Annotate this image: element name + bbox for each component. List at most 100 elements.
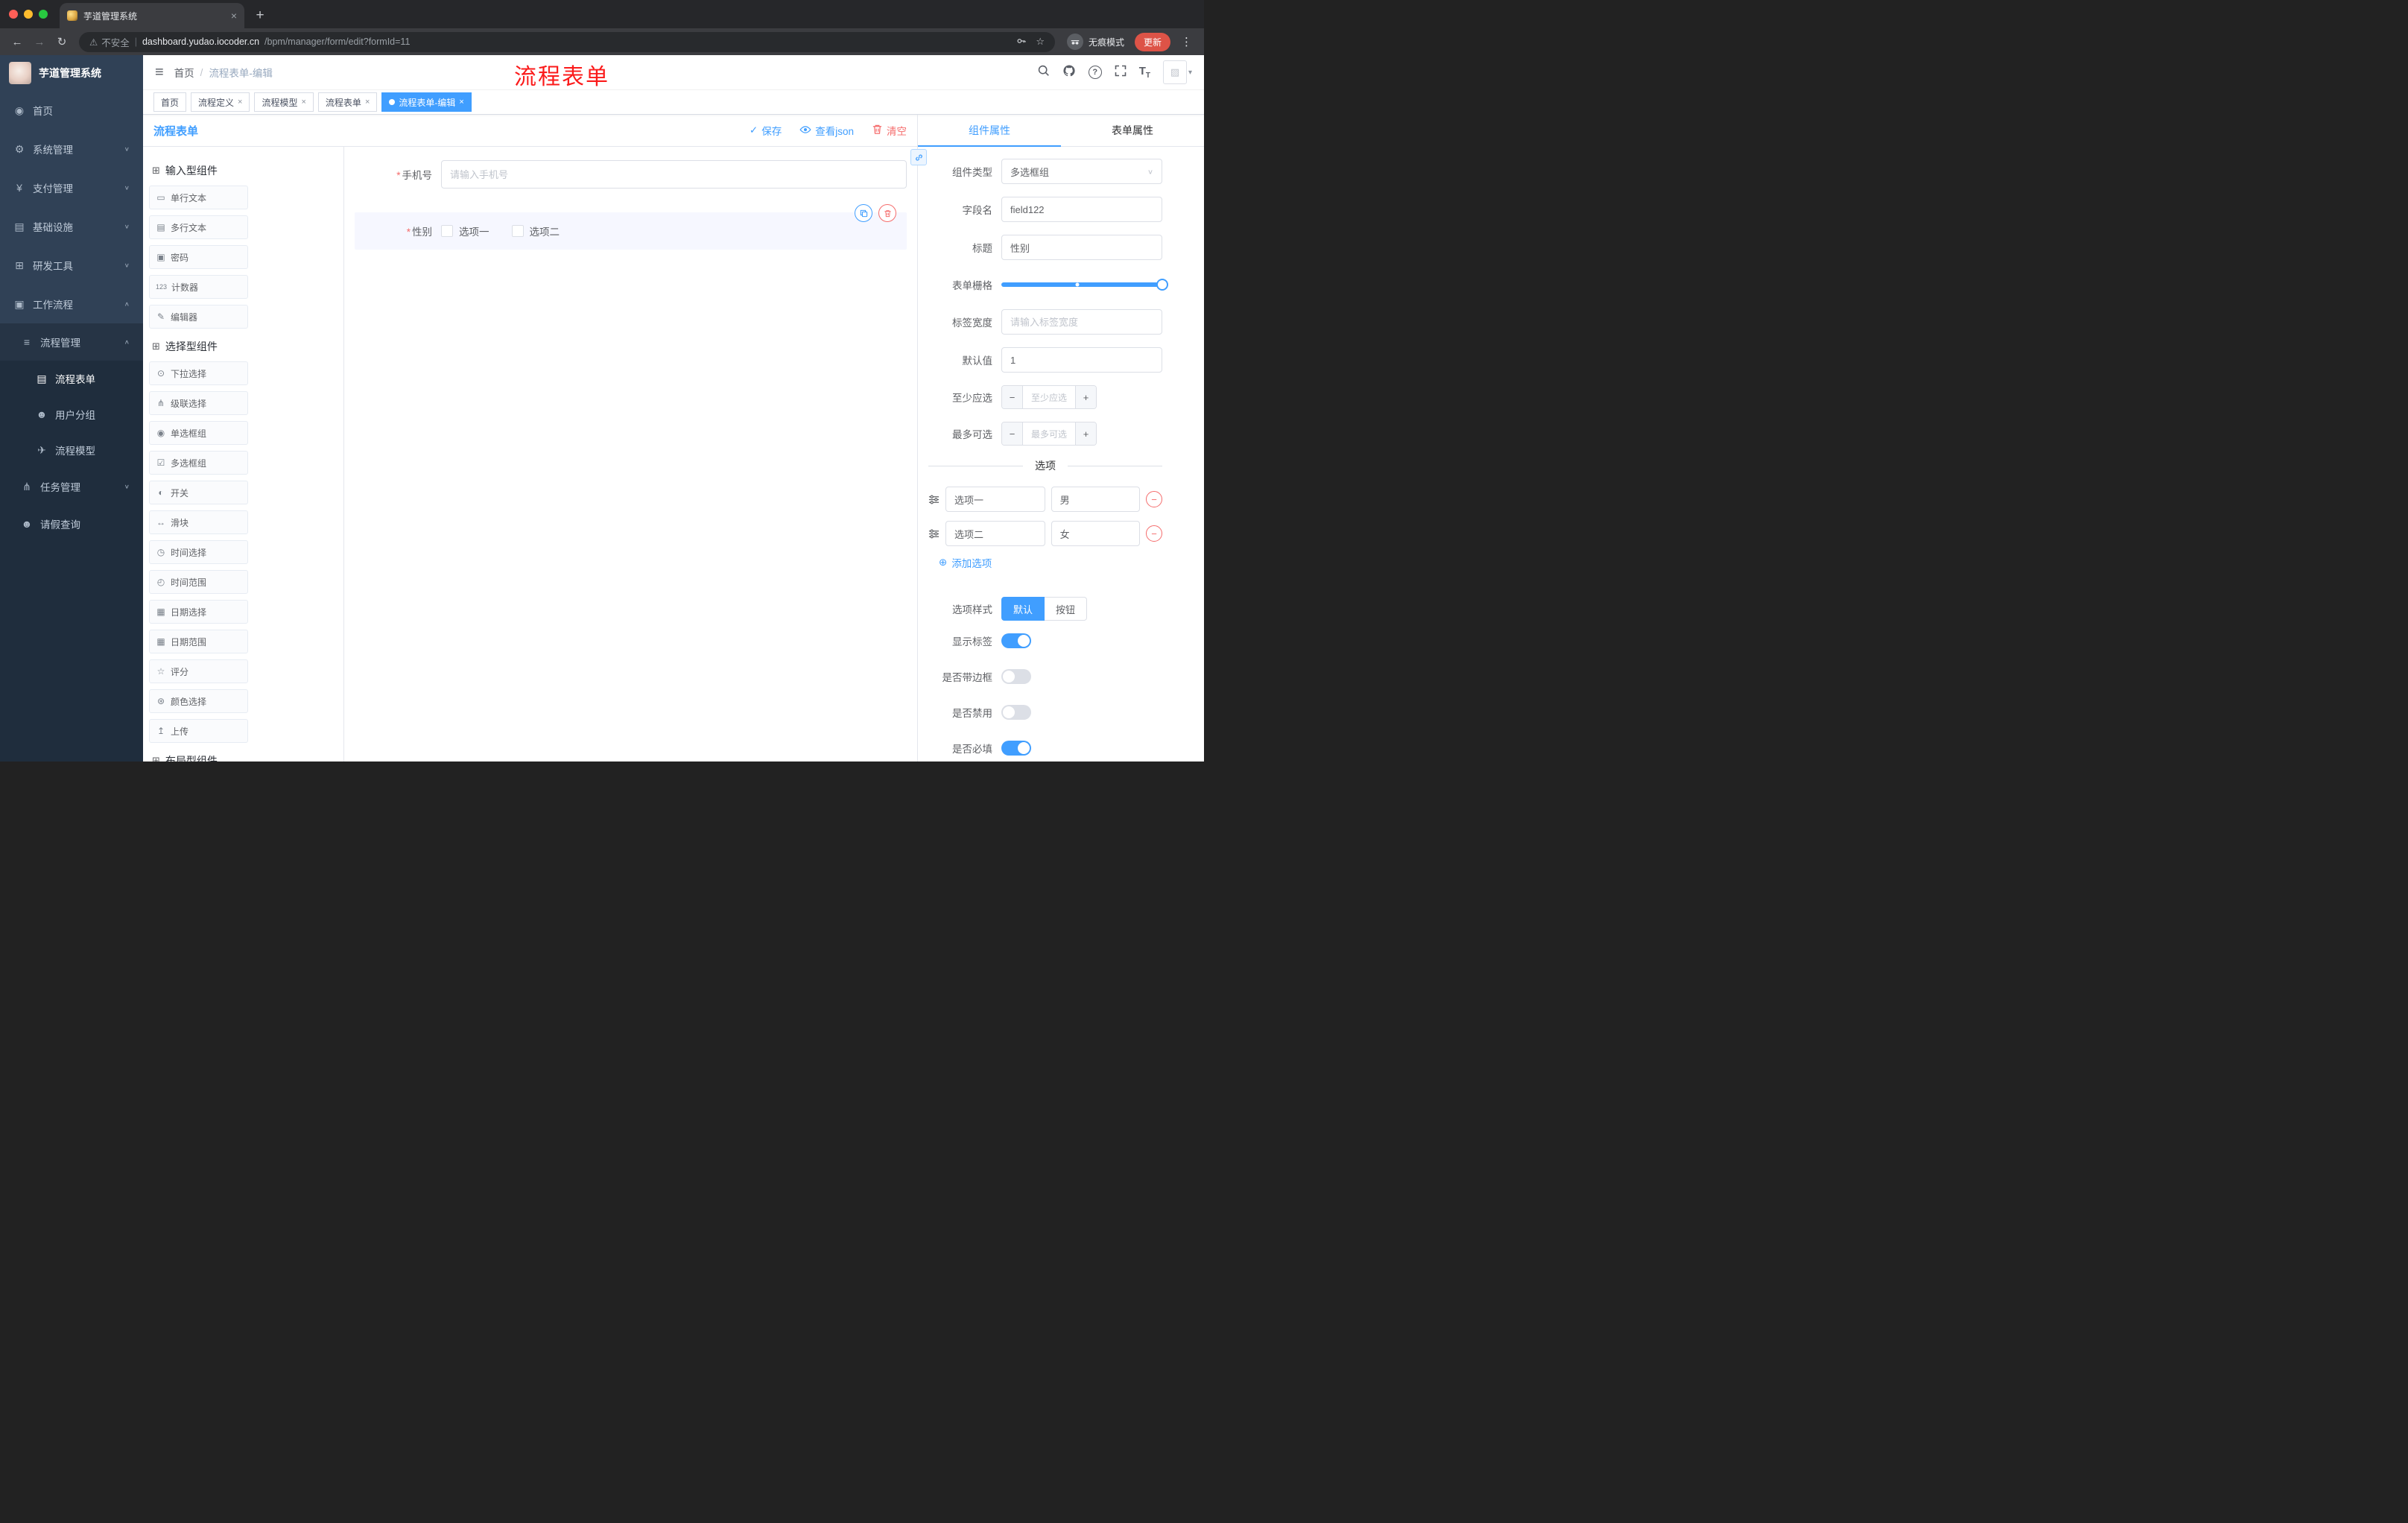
drag-handle-icon[interactable] — [928, 528, 940, 539]
sidebar-item-workflow[interactable]: ▣ 工作流程 ∧ — [0, 285, 143, 323]
tag-process-form[interactable]: 流程表单 × — [317, 92, 378, 112]
browser-tab[interactable]: 芋道管理系统 × — [60, 3, 244, 28]
sidebar-item-infra[interactable]: ▤ 基础设施 ∨ — [0, 207, 143, 246]
slider-handle[interactable] — [1156, 279, 1168, 291]
breadcrumb-home[interactable]: 首页 — [174, 65, 194, 80]
new-tab-button[interactable]: + — [249, 4, 271, 27]
component-type-select[interactable]: 多选框组 ∨ — [1001, 159, 1162, 184]
component-slider[interactable]: ↔ 滑块 — [149, 510, 248, 534]
tag-close-icon[interactable]: × — [301, 98, 305, 107]
gender-option-1-checkbox[interactable]: 选项一 — [441, 224, 489, 238]
component-counter[interactable]: 123 计数器 — [149, 275, 248, 299]
help-icon[interactable]: ? — [1088, 66, 1102, 79]
tab-component-props[interactable]: 组件属性 — [918, 115, 1061, 147]
component-upload[interactable]: ↥ 上传 — [149, 719, 248, 743]
tab-close-icon[interactable]: × — [231, 10, 237, 22]
back-icon[interactable]: ← — [7, 32, 27, 51]
component-checkbox-group[interactable]: ☑ 多选框组 — [149, 451, 248, 475]
max-select-stepper[interactable]: − 最多可选 + — [1001, 422, 1097, 446]
widget-gender[interactable]: * 性别 选项一 选项二 — [355, 204, 907, 250]
tag-process-definition[interactable]: 流程定义 × — [191, 92, 250, 112]
tag-close-icon[interactable]: × — [459, 98, 463, 107]
tag-home[interactable]: 首页 — [153, 92, 187, 112]
show-label-switch[interactable] — [1001, 633, 1031, 648]
forward-icon[interactable]: → — [30, 32, 49, 51]
sidebar-item-leave-query[interactable]: ☻ 请假查询 — [0, 505, 143, 542]
title-input[interactable] — [1001, 235, 1162, 260]
border-switch[interactable] — [1001, 669, 1031, 684]
option-1-label-input[interactable] — [945, 487, 1045, 512]
component-date-range[interactable]: ▦ 日期范围 — [149, 630, 248, 653]
drag-handle-icon[interactable] — [928, 494, 940, 505]
min-select-stepper[interactable]: − 至少应选 + — [1001, 385, 1097, 409]
required-switch[interactable] — [1001, 741, 1031, 756]
sidebar-logo[interactable]: 芋道管理系统 — [0, 55, 143, 91]
component-multi-line-text[interactable]: ▤ 多行文本 — [149, 215, 248, 239]
sidebar-item-pay[interactable]: ¥ 支付管理 ∨ — [0, 168, 143, 207]
remove-option-2-button[interactable]: − — [1146, 525, 1162, 542]
disabled-switch[interactable] — [1001, 705, 1031, 720]
window-close-button[interactable] — [9, 10, 18, 19]
stepper-value[interactable]: 至少应选 — [1023, 386, 1075, 408]
address-bar[interactable]: ⚠ 不安全 | dashboard.yudao.iocoder.cn /bpm/… — [79, 31, 1055, 52]
security-indicator[interactable]: ⚠ 不安全 — [89, 35, 130, 49]
clear-button[interactable]: 清空 — [872, 123, 907, 138]
component-switch[interactable]: ◐ 开关 — [149, 481, 248, 504]
component-time-picker[interactable]: ◷ 时间选择 — [149, 540, 248, 564]
browser-menu-icon[interactable]: ⋮ — [1176, 35, 1197, 48]
fullscreen-icon[interactable] — [1115, 65, 1127, 80]
default-value-input[interactable] — [1001, 347, 1162, 373]
gender-option-2-checkbox[interactable]: 选项二 — [511, 224, 560, 238]
github-icon[interactable] — [1062, 64, 1076, 81]
stepper-increase-icon[interactable]: + — [1075, 422, 1096, 445]
component-date-picker[interactable]: ▦ 日期选择 — [149, 600, 248, 624]
form-canvas[interactable]: *手机号 *性别 — [344, 147, 917, 762]
component-single-line-text[interactable]: ▭ 单行文本 — [149, 186, 248, 209]
sidebar-item-system[interactable]: ⚙ 系统管理 ∨ — [0, 130, 143, 168]
window-zoom-button[interactable] — [39, 10, 48, 19]
style-default-button[interactable]: 默认 — [1001, 597, 1045, 621]
stepper-increase-icon[interactable]: + — [1075, 386, 1096, 408]
copy-widget-button[interactable] — [855, 204, 872, 222]
sidebar-item-process-form[interactable]: ▤ 流程表单 — [0, 361, 143, 396]
tag-close-icon[interactable]: × — [238, 98, 242, 107]
option-1-value-input[interactable] — [1051, 487, 1140, 512]
component-password[interactable]: ▣ 密码 — [149, 245, 248, 269]
add-option-button[interactable]: ⊕ 添加选项 — [939, 555, 1162, 570]
tag-process-form-edit[interactable]: 流程表单-编辑 × — [381, 92, 472, 112]
option-2-value-input[interactable] — [1051, 521, 1140, 546]
stepper-decrease-icon[interactable]: − — [1002, 422, 1023, 445]
component-time-range[interactable]: ◴ 时间范围 — [149, 570, 248, 594]
font-size-icon[interactable]: TT — [1139, 65, 1150, 80]
component-dropdown-select[interactable]: ⊙ 下拉选择 — [149, 361, 248, 385]
form-grid-slider[interactable] — [1001, 273, 1168, 297]
window-minimize-button[interactable] — [24, 10, 33, 19]
bookmark-star-icon[interactable]: ☆ — [1036, 36, 1045, 48]
sidebar-item-process-management[interactable]: ≡ 流程管理 ∧ — [0, 323, 143, 361]
phone-field-input[interactable] — [441, 160, 907, 189]
option-2-label-input[interactable] — [945, 521, 1045, 546]
widget-phone[interactable]: * 手机号 — [355, 160, 907, 189]
component-color-picker[interactable]: ⊛ 颜色选择 — [149, 689, 248, 713]
label-width-input[interactable] — [1001, 309, 1162, 335]
stepper-decrease-icon[interactable]: − — [1002, 386, 1023, 408]
component-editor[interactable]: ✎ 编辑器 — [149, 305, 248, 329]
sidebar-item-dev-tools[interactable]: ⊞ 研发工具 ∨ — [0, 246, 143, 285]
sidebar-item-home[interactable]: ◉ 首页 — [0, 91, 143, 130]
sidebar-item-user-group[interactable]: ☻ 用户分组 — [0, 396, 143, 432]
field-name-input[interactable] — [1001, 197, 1162, 222]
remove-option-1-button[interactable]: − — [1146, 491, 1162, 507]
password-key-icon[interactable] — [1016, 36, 1027, 48]
reload-icon[interactable]: ↻ — [52, 32, 72, 51]
link-icon[interactable] — [910, 149, 927, 165]
view-json-button[interactable]: 查看json — [799, 123, 854, 138]
user-avatar[interactable]: ▨ ▾ — [1162, 60, 1192, 84]
save-button[interactable]: ✓ 保存 — [750, 123, 782, 138]
sidebar-item-task-management[interactable]: ⋔ 任务管理 ∨ — [0, 468, 143, 505]
component-cascader[interactable]: ⋔ 级联选择 — [149, 391, 248, 415]
stepper-value[interactable]: 最多可选 — [1023, 422, 1075, 445]
tab-form-props[interactable]: 表单属性 — [1061, 115, 1204, 146]
delete-widget-button[interactable] — [878, 204, 896, 222]
component-rate[interactable]: ☆ 评分 — [149, 659, 248, 683]
component-radio-group[interactable]: ◉ 单选框组 — [149, 421, 248, 445]
